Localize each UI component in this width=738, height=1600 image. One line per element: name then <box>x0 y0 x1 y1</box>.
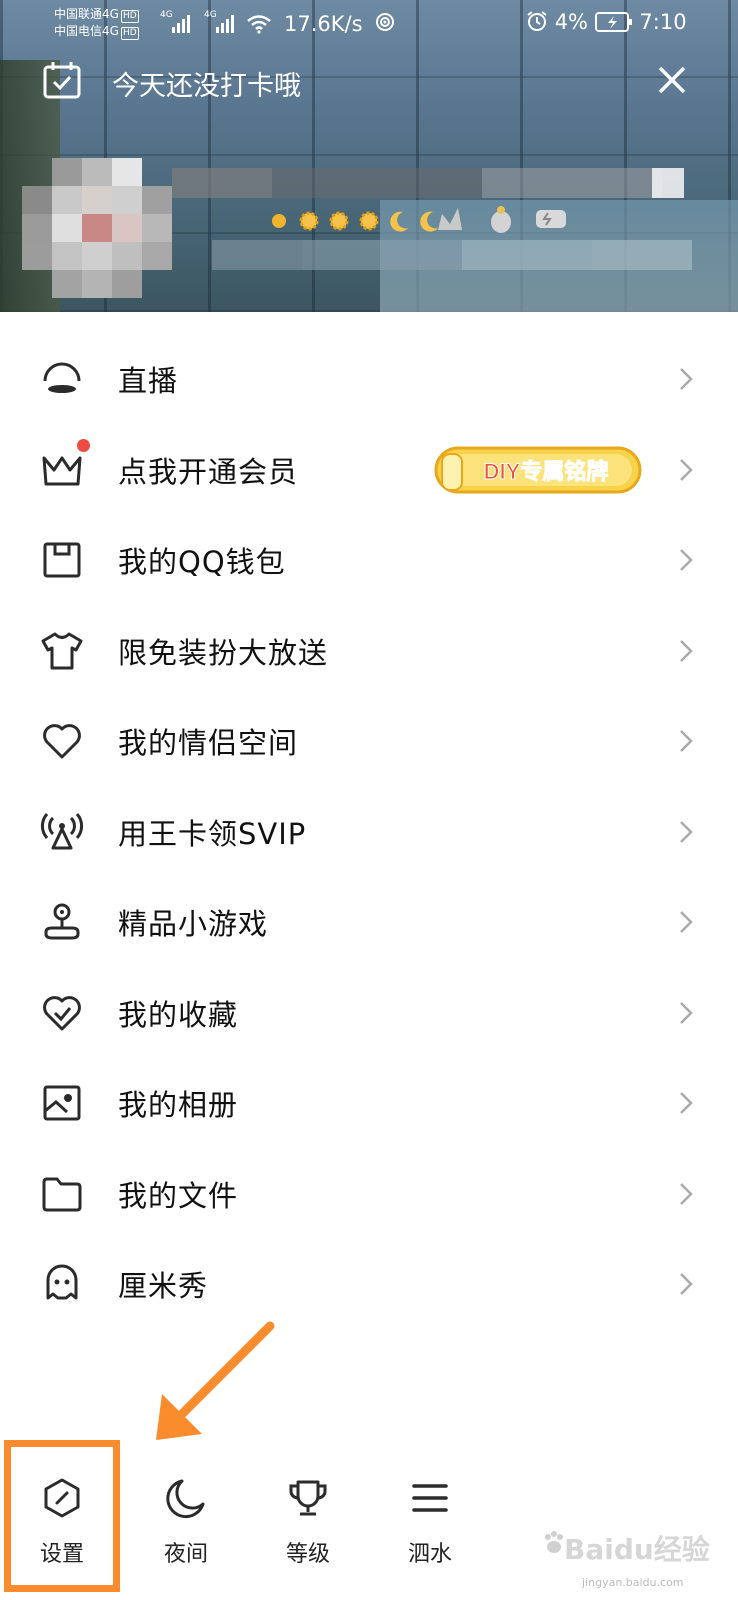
menu-label: 厘米秀 <box>118 1269 209 1304</box>
antenna-icon <box>40 812 84 850</box>
checkin-text: 今天还没打卡哦 <box>112 71 301 102</box>
calendar-check-icon <box>43 62 81 99</box>
menu-item-favorites[interactable]: 我的收藏 <box>0 968 738 1059</box>
sun-icon <box>326 208 352 234</box>
night-label: 夜间 <box>163 1542 208 1567</box>
watermark: Baidu经验 jingyan.baidu.com <box>542 1524 738 1600</box>
crown-badge-icon <box>438 208 462 230</box>
annotation-highlight-box <box>4 1440 120 1592</box>
menu-item-live[interactable]: 直播 <box>0 334 738 425</box>
menu-item-files[interactable]: 我的文件 <box>0 1149 738 1240</box>
wallet-icon <box>43 542 81 578</box>
live-icon <box>43 362 81 394</box>
chevron-right-icon <box>680 1092 693 1115</box>
joystick-icon <box>44 903 80 940</box>
level-label: 等级 <box>285 1542 330 1567</box>
penguin-badge-icon <box>491 206 511 233</box>
signature-blurred <box>212 240 692 270</box>
menu-item-vip[interactable]: 点我开通会员 DIY专属铭牌 <box>0 425 738 516</box>
net-type-2: 4G <box>204 10 217 20</box>
hd-badge: HD <box>120 10 139 23</box>
menu-item-dressup[interactable]: 限免装扮大放送 <box>0 606 738 697</box>
menu-label: 我的情侣空间 <box>118 726 299 761</box>
level-badges[interactable] <box>266 208 442 234</box>
heart-icon <box>43 724 81 759</box>
moon-icon <box>386 208 412 234</box>
menu-item-cmshow[interactable]: 厘米秀 <box>0 1239 738 1330</box>
nickname-blurred <box>172 168 692 198</box>
paw-icon <box>545 1531 563 1553</box>
tshirt-icon <box>41 632 83 670</box>
drip-button[interactable]: 泗水 <box>380 1456 480 1596</box>
sun-icon <box>296 208 322 234</box>
chevron-right-icon <box>680 911 693 934</box>
chevron-right-icon <box>680 1001 693 1024</box>
net-type-1: 4G <box>160 10 173 20</box>
carrier-info: 中国联通4G HD 中国电信4G HD <box>54 6 139 40</box>
carrier-1: 中国联通4G <box>54 7 119 21</box>
close-icon[interactable] <box>652 60 692 100</box>
folder-icon <box>42 1177 82 1212</box>
chevron-right-icon <box>680 549 693 572</box>
watermark-main: Baidu经验 <box>564 1533 710 1566</box>
menu-label: 我的文件 <box>118 1178 239 1213</box>
moon-icon <box>166 1479 205 1519</box>
menu-item-wangka-svip[interactable]: 用王卡领SVIP <box>0 787 738 878</box>
drip-label: 泗水 <box>407 1542 452 1567</box>
chevron-right-icon <box>680 820 693 843</box>
menu-label: 我的收藏 <box>118 997 239 1032</box>
album-icon <box>43 1085 81 1121</box>
battery-percent: 4% <box>554 10 589 34</box>
hd-badge: HD <box>120 27 139 40</box>
chevron-right-icon <box>680 1182 693 1205</box>
chevron-right-icon <box>680 639 693 662</box>
menu-item-mini-games[interactable]: 精品小游戏 <box>0 877 738 968</box>
status-bar: 中国联通4G HD 中国电信4G HD 4G 4G 17.6K/s 4% 7:1… <box>0 0 738 50</box>
chevron-right-icon <box>680 1273 693 1296</box>
wifi-icon <box>247 15 271 34</box>
checkin-bar[interactable]: 今天还没打卡哦 <box>40 56 700 104</box>
chevron-right-icon <box>680 458 693 481</box>
cmshow-icon <box>46 1264 78 1300</box>
menu-label: 用王卡领SVIP <box>118 816 307 851</box>
watermark-sub: jingyan.baidu.com <box>582 1576 684 1589</box>
menu-label: 限免装扮大放送 <box>118 635 329 670</box>
battery-icon <box>594 12 632 32</box>
alarm-icon <box>527 11 547 31</box>
sun-half-icon <box>266 208 292 234</box>
status-right: 4% 7:10 <box>526 10 687 34</box>
avatar[interactable] <box>22 158 172 298</box>
menu-label: 精品小游戏 <box>118 907 269 942</box>
favorite-icon <box>43 995 81 1031</box>
annotation-arrow <box>156 1321 275 1440</box>
night-mode-button[interactable]: 夜间 <box>136 1456 236 1596</box>
menu-lines-icon <box>412 1484 448 1512</box>
crown-icon <box>42 456 82 486</box>
clock-time: 7:10 <box>639 10 687 34</box>
menu-label: 直播 <box>118 364 179 399</box>
network-speed: 17.6K/s <box>284 12 363 36</box>
chevron-right-icon <box>680 368 693 391</box>
notification-dot <box>77 438 90 452</box>
profile-header: 中国联通4G HD 中国电信4G HD 4G 4G 17.6K/s 4% 7:1… <box>0 0 738 312</box>
carrier-2: 中国电信4G <box>54 24 119 38</box>
promo-text: DIY专属铭牌 <box>484 459 609 484</box>
menu-item-wallet[interactable]: 我的QQ钱包 <box>0 515 738 606</box>
level-button[interactable]: 等级 <box>258 1456 358 1596</box>
hotspot-icon <box>376 13 394 31</box>
sun-icon <box>356 208 382 234</box>
vip-badges[interactable] <box>434 204 594 236</box>
drawer-menu: 直播 点我开通会员 DIY专属铭牌 我的QQ钱包 限免装扮大放送 我的情侣空间 … <box>0 334 738 1330</box>
menu-label: 我的相册 <box>118 1088 239 1123</box>
menu-label: 点我开通会员 <box>118 454 299 489</box>
trophy-icon <box>289 1480 327 1516</box>
profile-info[interactable] <box>22 158 702 308</box>
menu-label: 我的QQ钱包 <box>118 545 286 580</box>
diy-nameplate-promo[interactable]: DIY专属铭牌 <box>434 444 642 496</box>
menu-item-couple-space[interactable]: 我的情侣空间 <box>0 696 738 787</box>
menu-item-album[interactable]: 我的相册 <box>0 1058 738 1149</box>
chevron-right-icon <box>680 730 693 753</box>
svip-badge-icon <box>536 210 566 228</box>
